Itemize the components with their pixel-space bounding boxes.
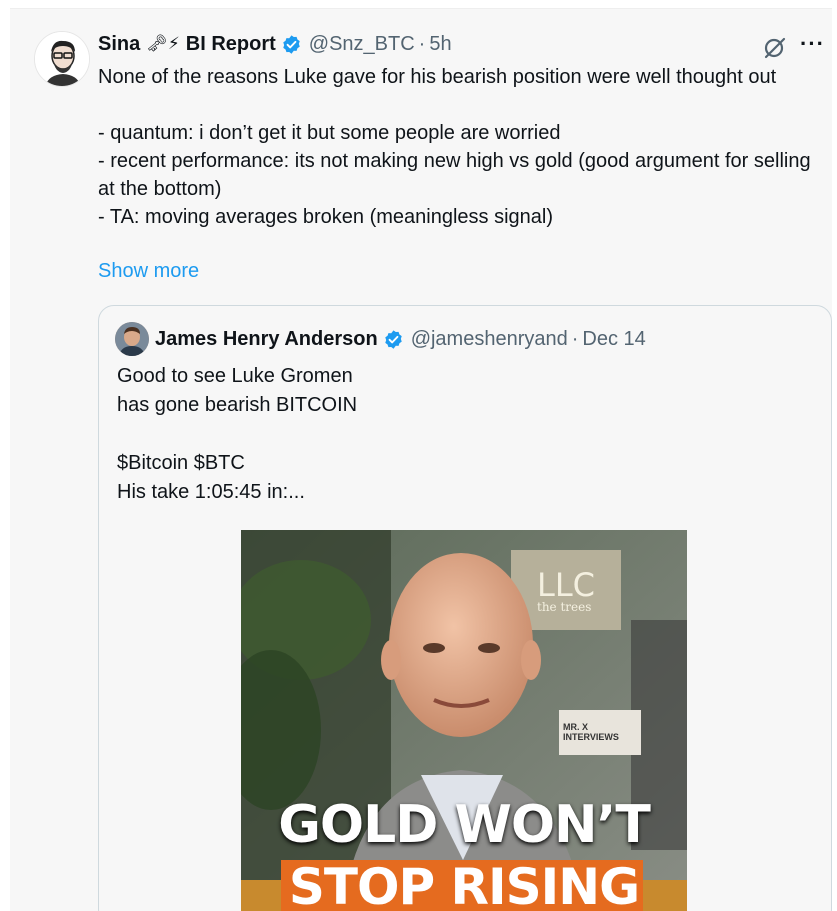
quote-author-name[interactable]: James Henry Anderson [155, 328, 378, 351]
separator-dot: · [571, 327, 579, 350]
separator-dot: · [418, 32, 426, 55]
tweet-text: None of the reasons Luke gave for his be… [98, 63, 820, 231]
quote-author-handle[interactable]: @jameshenryand [411, 328, 568, 351]
tweet-line: - TA: moving averages broken (meaningles… [98, 206, 554, 228]
name-emoji: 🗝⚡ [146, 34, 180, 53]
quote-author-avatar[interactable] [115, 322, 149, 356]
tweet-line: - recent performance: its not making new… [98, 150, 811, 200]
author-handle[interactable]: @Snz_BTC [309, 33, 415, 56]
author-name-suffix[interactable]: BI Report [186, 33, 276, 56]
media-sign-text: LLC [537, 566, 595, 604]
quote-line: has gone bearish BITCOIN [117, 394, 358, 416]
tweet-timestamp[interactable]: 5h [429, 33, 451, 56]
quoted-tweet[interactable]: James Henry Anderson @jameshenryand · De… [98, 305, 832, 911]
media-caption-line1: GOLD WON’T [278, 795, 651, 855]
quote-line: $Bitcoin $BTC [117, 452, 245, 474]
author-name[interactable]: Sina [98, 33, 140, 56]
quote-media-image[interactable]: LLC the trees MR. X INTERVIEWS GOLD WON’… [241, 530, 687, 911]
media-badge-text: MR. X INTERVIEWS [563, 722, 619, 742]
media-caption-line2: STOP RISING [288, 858, 640, 911]
grok-icon[interactable] [762, 35, 788, 61]
verified-badge-icon [281, 34, 302, 55]
tweet-line: None of the reasons Luke gave for his be… [98, 66, 777, 88]
more-icon[interactable]: ··· [800, 31, 825, 57]
verified-badge-icon [383, 329, 404, 350]
show-more-link[interactable]: Show more [98, 260, 199, 283]
tweet-card[interactable]: Sina 🗝⚡ BI Report @Snz_BTC · 5h ··· None… [10, 8, 832, 911]
tweet-line: - quantum: i don’t get it but some peopl… [98, 122, 561, 144]
quote-date[interactable]: Dec 14 [582, 328, 645, 351]
author-avatar[interactable] [34, 31, 90, 87]
quote-header: James Henry Anderson @jameshenryand · De… [115, 322, 646, 356]
quote-text: Good to see Luke Gromen has gone bearish… [117, 362, 357, 507]
tweet-header: Sina 🗝⚡ BI Report @Snz_BTC · 5h [98, 29, 452, 59]
quote-line: His take 1:05:45 in:... [117, 481, 305, 503]
media-sign-subtext: the trees [537, 600, 592, 614]
quote-line: Good to see Luke Gromen [117, 365, 353, 387]
